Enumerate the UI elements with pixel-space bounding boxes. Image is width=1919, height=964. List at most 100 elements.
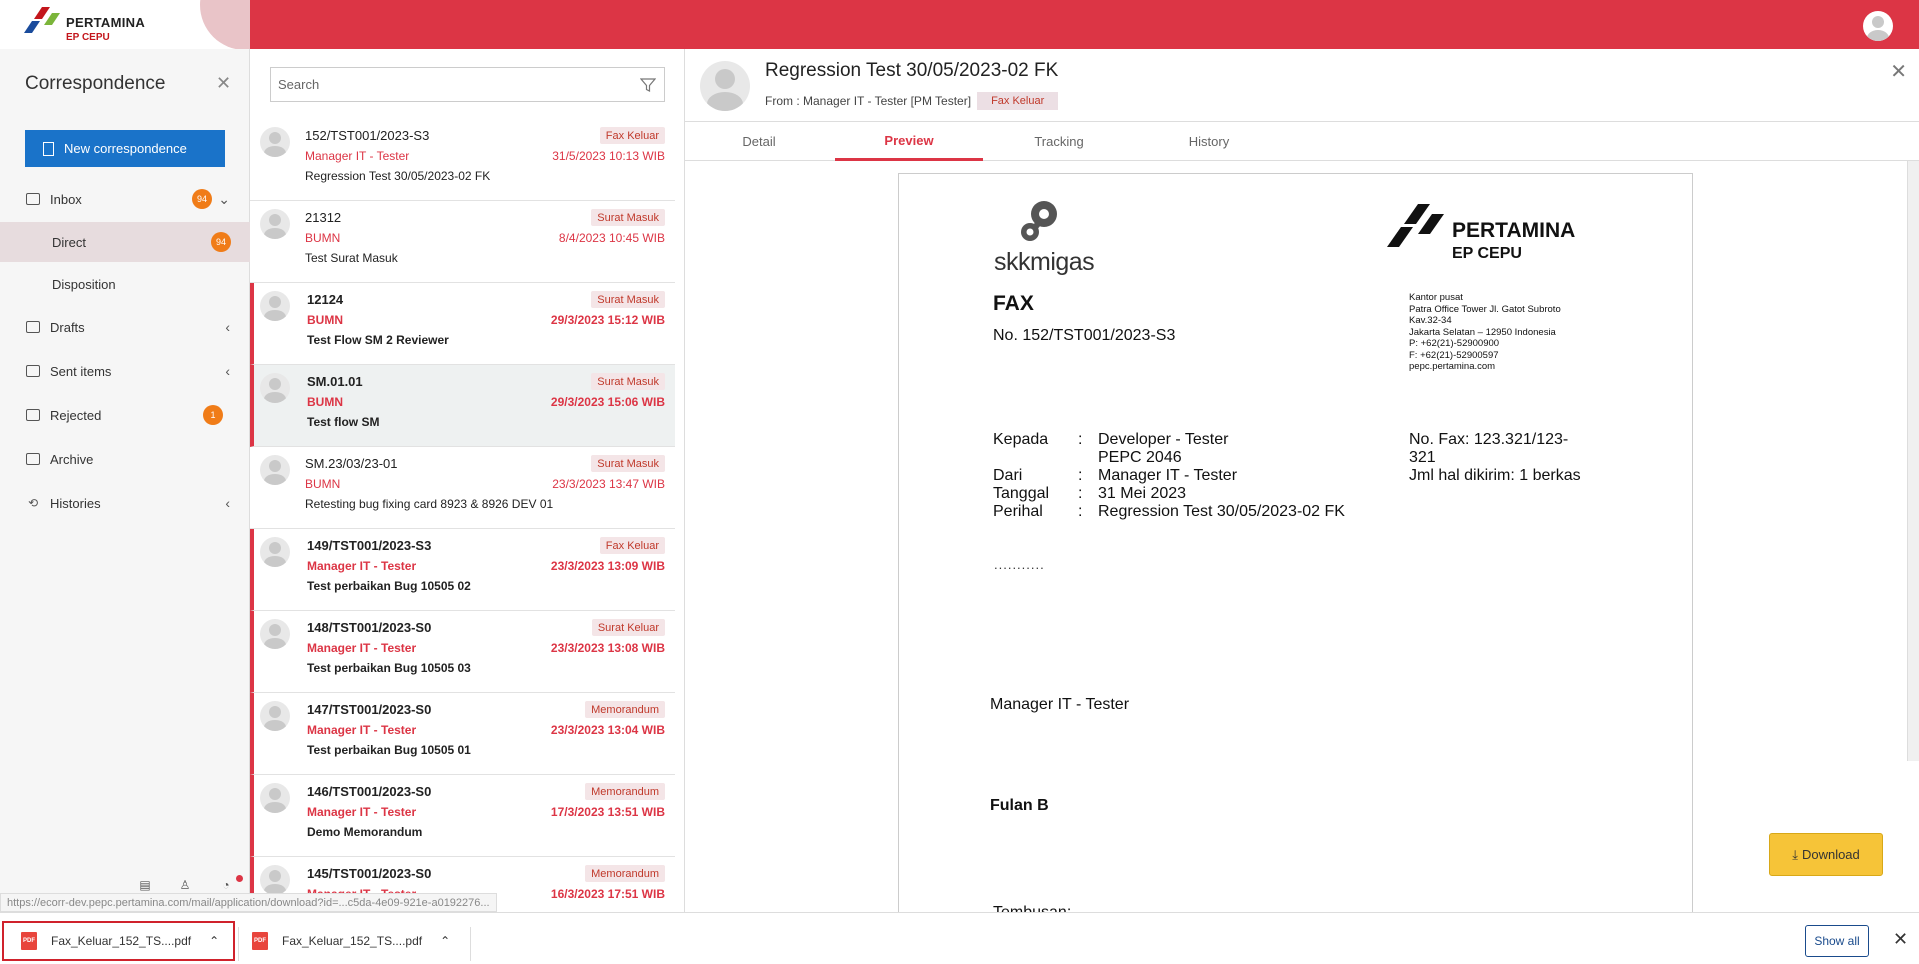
fax-number-cont: 321 [1409, 449, 1436, 466]
filter-icon[interactable] [640, 77, 656, 93]
tab-tracking[interactable]: Tracking [985, 122, 1133, 161]
item-type-tag: Surat Masuk [591, 455, 665, 472]
inbox-count-badge: 94 [192, 189, 212, 209]
avatar [260, 537, 290, 567]
history-icon: ⟲ [27, 496, 39, 510]
chevron-left-icon[interactable]: ‹ [225, 319, 230, 335]
download-item[interactable]: PDF Fax_Keluar_152_TS....pdf ⌃ [2, 921, 235, 961]
pertamina-logo-icon[interactable] [22, 7, 62, 37]
list-item[interactable]: 147/TST001/2023-S0 Manager IT - Tester Tes… [250, 693, 675, 775]
item-sender: Manager IT - Tester [305, 149, 410, 163]
detail-from: From : Manager IT - Tester [PM Tester] F… [765, 92, 1059, 110]
preview-scrollbar[interactable] [1907, 161, 1919, 761]
list-item[interactable]: 148/TST001/2023-S0 Manager IT - Tester Tes… [250, 611, 675, 693]
skkmigas-logo-text: skkmigas [994, 248, 1095, 276]
pdf-file-icon: PDF [21, 932, 37, 950]
notification-dot [236, 875, 243, 882]
download-icon: ⤓ [1792, 846, 1798, 862]
item-number: 145/TST001/2023-S0 [307, 866, 432, 881]
item-date: 29/3/2023 15:06 WIB [550, 395, 665, 409]
search-input[interactable] [271, 68, 621, 101]
sidebar-item-label: Disposition [52, 276, 116, 292]
logo-decoration [200, 0, 250, 49]
item-type-tag: Surat Masuk [591, 209, 665, 226]
sidebar-item-label: Inbox [50, 191, 82, 207]
chevron-down-icon[interactable]: ⌄ [218, 191, 230, 208]
item-type-tag: Memorandum [585, 865, 665, 882]
pdf-file-icon: PDF [252, 932, 268, 950]
field-sep: : [1078, 431, 1083, 448]
sidebar-item-sent[interactable]: Sent items ‹ [0, 351, 250, 391]
item-date: 8/4/2023 10:45 WIB [558, 231, 665, 245]
sender-avatar [700, 61, 750, 111]
close-detail-icon[interactable]: ✕ [1890, 59, 1907, 84]
avatar [260, 865, 290, 895]
sidebar-item-disposition[interactable]: Disposition [0, 264, 250, 304]
sidebar-item-direct[interactable]: Direct 94 [0, 222, 250, 262]
chevron-left-icon[interactable]: ‹ [225, 363, 230, 379]
list-item[interactable]: SM.23/03/23-01 BUMN Retesting bug fixing c… [250, 447, 675, 529]
address-line: Kav.32-34 [1409, 315, 1452, 326]
field-sep: : [1078, 485, 1083, 502]
download-button[interactable]: ⤓ Download [1769, 833, 1883, 876]
item-sender: BUMN [305, 231, 341, 245]
list-item[interactable]: 146/TST001/2023-S0 Manager IT - Tester Dem… [250, 775, 675, 857]
close-shelf-icon[interactable]: ✕ [1893, 929, 1908, 950]
list-item[interactable]: 12124 BUMN Test Flow SM 2 Reviewer Surat Ma… [250, 283, 675, 365]
chevron-left-icon[interactable]: ‹ [225, 495, 230, 511]
download-item[interactable]: PDF Fax_Keluar_152_TS....pdf ⌃ [252, 921, 470, 961]
list-item[interactable]: 149/TST001/2023-S3 Manager IT - Tester Tes… [250, 529, 675, 611]
sidebar-close-icon[interactable]: ✕ [216, 73, 231, 94]
sidebar-item-inbox[interactable]: Inbox 94 ⌄ [0, 179, 250, 219]
list-item[interactable]: SM.01.01 BUMN Test flow SM Surat Masuk 29/3/… [250, 365, 675, 447]
list-item[interactable]: 152/TST001/2023-S3 Manager IT - Tester Reg… [250, 119, 675, 201]
avatar [260, 373, 290, 403]
user-settings-icon[interactable]: ♙ [177, 877, 193, 893]
field-value: Manager IT - Tester [1098, 467, 1238, 484]
tab-preview[interactable]: Preview [835, 122, 983, 161]
tab-detail[interactable]: Detail [685, 122, 833, 161]
sidebar-item-rejected[interactable]: Rejected 1 [0, 395, 250, 435]
item-type-tag: Fax Keluar [599, 537, 665, 554]
signer-title: Manager IT - Tester [990, 696, 1130, 713]
sidebar-item-archive[interactable]: Archive [0, 439, 250, 479]
show-all-button[interactable]: Show all [1805, 925, 1869, 957]
field-sep: : [1078, 467, 1083, 484]
shelf-divider [470, 927, 471, 961]
item-subject: Demo Memorandum [307, 825, 423, 839]
chevron-up-icon[interactable]: ⌃ [440, 934, 450, 948]
field-label: Dari [993, 467, 1023, 484]
signer-name: Fulan B [990, 797, 1049, 814]
tab-history[interactable]: History [1135, 122, 1283, 161]
detail-tabs: Detail Preview Tracking History [685, 121, 1919, 161]
item-subject: Test flow SM [307, 415, 380, 429]
item-subject: Test Flow SM 2 Reviewer [307, 333, 449, 347]
item-sender: BUMN [307, 395, 343, 409]
download-filename: Fax_Keluar_152_TS....pdf [51, 934, 192, 948]
chevron-up-icon[interactable]: ⌃ [209, 934, 219, 948]
avatar [260, 783, 290, 813]
fax-document-page: skkmigas PERTAMINA EP CEPU FAX No. 152/T… [898, 173, 1693, 912]
tembusan-label: Tembusan: [993, 904, 1071, 912]
document-icon[interactable]: ▤ [137, 877, 153, 893]
item-date: 31/5/2023 10:13 WIB [552, 149, 665, 163]
list-item[interactable]: 21312 BUMN Test Surat Masuk Surat Masuk 8/4/… [250, 201, 675, 283]
item-subject: Test perbaikan Bug 10505 02 [307, 579, 471, 593]
item-date: 23/3/2023 13:04 WIB [550, 723, 665, 737]
sidebar-item-histories[interactable]: ⟲ Histories ‹ [0, 483, 250, 523]
sidebar-item-label: Histories [50, 495, 101, 511]
item-type-tag: Surat Keluar [591, 619, 665, 636]
item-number: 21312 [305, 210, 342, 225]
pages-sent: Jml hal dikirim: 1 berkas [1409, 467, 1581, 484]
direct-count-badge: 94 [211, 232, 231, 252]
correspondence-list-panel: 152/TST001/2023-S3 Manager IT - Tester Reg… [250, 49, 685, 912]
sidebar-item-drafts[interactable]: Drafts ‹ [0, 307, 250, 347]
bell-icon[interactable]: ◔ [218, 877, 234, 893]
address-line: pepc.pertamina.com [1409, 361, 1496, 372]
document-preview[interactable]: skkmigas PERTAMINA EP CEPU FAX No. 152/T… [685, 161, 1919, 912]
new-correspondence-button[interactable]: New correspondence [25, 130, 225, 167]
brand-logo-area: PERTAMINA EP CEPU [0, 0, 250, 49]
item-date: 23/3/2023 13:08 WIB [550, 641, 665, 655]
user-avatar[interactable] [1863, 11, 1893, 41]
rejected-count-badge: 1 [203, 405, 223, 425]
